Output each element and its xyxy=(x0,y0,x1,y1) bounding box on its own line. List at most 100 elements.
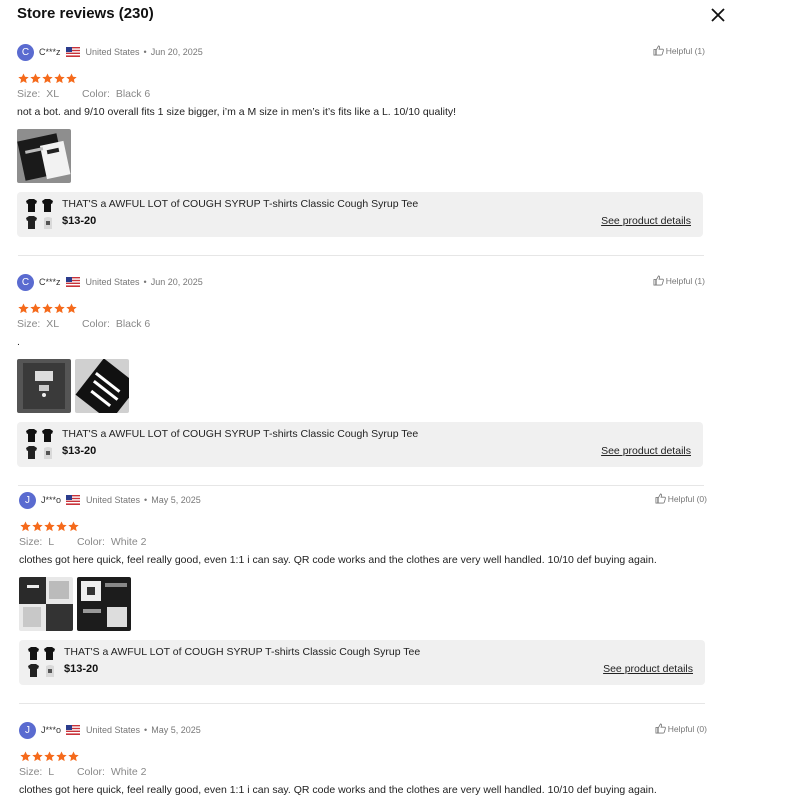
review-specs: Size: XL Color: Black 6 xyxy=(17,88,150,100)
reviewer-name: J***o xyxy=(41,725,62,735)
star-icon xyxy=(68,751,79,762)
size-label: Size: xyxy=(19,536,43,548)
color-label: Color: xyxy=(76,536,105,548)
thumbs-up-icon xyxy=(655,723,666,734)
size-value: L xyxy=(48,536,55,548)
helpful-button[interactable]: Helpful (1) xyxy=(653,45,705,56)
close-icon[interactable] xyxy=(710,7,726,23)
color-label: Color: xyxy=(81,318,110,330)
size-label: Size: xyxy=(17,318,41,330)
product-card[interactable]: THAT'S a AWFUL LOT of COUGH SYRUP T-shir… xyxy=(19,640,705,685)
helpful-label: Helpful (0) xyxy=(667,723,707,734)
star-icon xyxy=(66,73,77,84)
product-name: THAT'S a AWFUL LOT of COUGH SYRUP T-shir… xyxy=(64,646,421,658)
color-label: Color: xyxy=(76,766,105,778)
review-date: May 5, 2025 xyxy=(151,495,201,505)
color-value: Black 6 xyxy=(115,318,151,330)
review-photo[interactable] xyxy=(17,129,71,183)
star-icon xyxy=(54,303,65,314)
review-photo[interactable] xyxy=(75,359,129,413)
product-thumbnails xyxy=(24,198,57,236)
star-icon xyxy=(30,303,41,314)
review-date: Jun 20, 2025 xyxy=(150,47,203,57)
helpful-button[interactable]: Helpful (0) xyxy=(655,493,707,504)
see-product-details-link[interactable]: See product details xyxy=(603,663,693,675)
review-text: clothes got here quick, feel really good… xyxy=(19,554,657,566)
helpful-button[interactable]: Helpful (1) xyxy=(653,275,705,286)
star-icon xyxy=(32,751,43,762)
separator-dot: • xyxy=(144,495,148,505)
star-icon xyxy=(42,303,53,314)
star-icon xyxy=(32,521,43,532)
review-divider xyxy=(19,703,705,704)
helpful-label: Helpful (1) xyxy=(665,275,705,286)
see-product-details-link[interactable]: See product details xyxy=(601,445,691,457)
reviewer-name: C***z xyxy=(39,47,61,57)
reviewer-name: J***o xyxy=(41,495,62,505)
product-price: $13-20 xyxy=(62,215,97,227)
size-value: XL xyxy=(46,318,60,330)
us-flag-icon xyxy=(65,277,80,287)
reviewer-country: United States xyxy=(85,47,140,57)
review-photo[interactable] xyxy=(77,577,131,631)
star-icon xyxy=(18,73,29,84)
product-thumbnails xyxy=(26,646,59,684)
color-value: White 2 xyxy=(110,766,147,778)
review-photo[interactable] xyxy=(19,577,73,631)
star-icon xyxy=(56,751,67,762)
star-icon xyxy=(44,521,55,532)
product-card[interactable]: THAT'S a AWFUL LOT of COUGH SYRUP T-shir… xyxy=(17,422,703,467)
avatar: C xyxy=(17,273,34,291)
product-thumbnails xyxy=(24,428,57,466)
color-value: Black 6 xyxy=(115,88,151,100)
us-flag-icon xyxy=(66,495,81,505)
size-value: XL xyxy=(46,88,60,100)
reviewer-name: C***z xyxy=(39,277,61,287)
color-label: Color: xyxy=(81,88,110,100)
reviewer-country: United States xyxy=(86,725,141,735)
review-date: May 5, 2025 xyxy=(151,725,201,735)
separator-dot: • xyxy=(144,725,148,735)
star-icon xyxy=(42,73,53,84)
star-icon xyxy=(18,303,29,314)
review-text: not a bot. and 9/10 overall fits 1 size … xyxy=(17,106,457,118)
review-specs: Size: XL Color: Black 6 xyxy=(17,318,150,330)
star-icon xyxy=(66,303,77,314)
review-photo[interactable] xyxy=(17,359,71,413)
review-specs: Size: L Color: White 2 xyxy=(19,536,146,548)
product-card[interactable]: THAT'S a AWFUL LOT of COUGH SYRUP T-shir… xyxy=(17,192,703,237)
size-value: L xyxy=(48,766,55,778)
star-rating xyxy=(18,73,77,84)
helpful-label: Helpful (1) xyxy=(665,45,705,56)
star-rating xyxy=(18,303,77,314)
reviewer-country: United States xyxy=(85,277,140,287)
size-label: Size: xyxy=(19,766,43,778)
star-icon xyxy=(68,521,79,532)
review-specs: Size: L Color: White 2 xyxy=(19,766,146,778)
helpful-button[interactable]: Helpful (0) xyxy=(655,723,707,734)
review-date: Jun 20, 2025 xyxy=(150,277,203,287)
size-label: Size: xyxy=(17,88,41,100)
star-icon xyxy=(56,521,67,532)
us-flag-icon xyxy=(66,725,81,735)
star-icon xyxy=(54,73,65,84)
avatar: C xyxy=(17,43,34,61)
helpful-label: Helpful (0) xyxy=(667,493,707,504)
review-divider xyxy=(18,255,704,256)
page-title: Store reviews (230) xyxy=(17,5,154,22)
separator-dot: • xyxy=(143,277,147,287)
thumbs-up-icon xyxy=(653,275,664,286)
review-divider xyxy=(18,485,704,486)
star-icon xyxy=(20,751,31,762)
color-value: White 2 xyxy=(110,536,147,548)
thumbs-up-icon xyxy=(655,493,666,504)
review-text: clothes got here quick, feel really good… xyxy=(19,784,657,796)
thumbs-up-icon xyxy=(653,45,664,56)
see-product-details-link[interactable]: See product details xyxy=(601,215,691,227)
star-icon xyxy=(44,751,55,762)
separator-dot: • xyxy=(143,47,147,57)
review-text: . xyxy=(17,336,20,348)
star-icon xyxy=(30,73,41,84)
product-name: THAT'S a AWFUL LOT of COUGH SYRUP T-shir… xyxy=(62,198,419,210)
star-rating xyxy=(20,521,79,532)
